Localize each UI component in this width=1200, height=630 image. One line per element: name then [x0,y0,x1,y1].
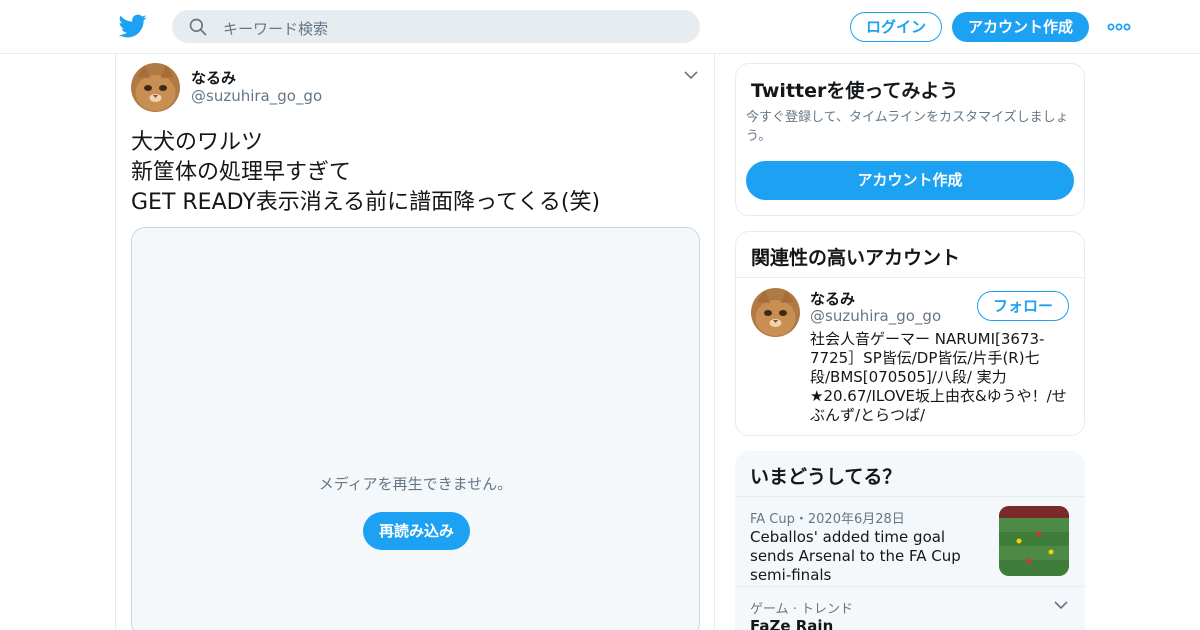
divider [736,277,1084,278]
tweet-text-line: GET READY表示消える前に譜面降ってくる(笑) [131,190,601,215]
bio-line: 社会人音ゲーマー NARUMI[3673- [810,330,1045,348]
media-player[interactable]: メディアを再生できません。 再読み込み [131,227,700,630]
signup-card-button[interactable]: アカウント作成 [746,161,1074,200]
search-input[interactable]: キーワード検索 [223,18,328,39]
related-account-name[interactable]: なるみ [810,288,855,309]
trends-card: いまどうしてる？ FA Cup・2020年6月28日 Ceballos' add… [735,451,1085,630]
login-button[interactable]: ログイン [850,12,942,42]
trend-meta: FA Cup・2020年6月28日 [750,512,905,527]
related-accounts-title: 関連性の高いアカウント [751,247,961,269]
trend-headline[interactable]: FaZe Rain [750,617,990,630]
trend-headline: Ceballos' added time goal sends Arsenal … [750,528,961,584]
tweet-detail: なるみ @suzuhira_go_go 大犬のワルツ 新筐体の処理早すぎて GE… [115,54,715,630]
related-account-bio: 社会人音ゲーマー NARUMI[3673- 7725］SP皆伝/DP皆伝/片手(… [810,330,1072,425]
signup-button[interactable]: アカウント作成 [952,12,1089,42]
avatar[interactable] [751,288,800,337]
signup-card-title: Twitterを使ってみよう [751,80,959,102]
chevron-down-icon[interactable] [1053,599,1069,611]
divider [735,586,1085,587]
reload-button[interactable]: 再読み込み [363,512,470,550]
trend-meta: ゲーム · トレンド [750,602,854,617]
trend-thumbnail[interactable] [999,506,1069,576]
bio-line: ★20.67/ILOVE坂上由衣&ゆうや！/せ [810,387,1067,405]
top-navigation-bar: キーワード検索 ログイン アカウント作成 [0,0,1200,54]
bio-line: 7725］SP皆伝/DP皆伝/片手(R)七 [810,349,1040,367]
trends-title: いまどうしてる？ [750,466,902,488]
more-dots-icon[interactable] [1107,22,1131,32]
search-bar[interactable]: キーワード検索 [172,10,700,43]
tweet-text: 大犬のワルツ 新筐体の処理早すぎて GET READY表示消える前に譜面降ってく… [131,128,600,218]
twitter-bird-icon[interactable] [119,12,147,40]
bio-line: 段/BMS[070505]/八段/ 実力 [810,368,1007,386]
bio-line: ぶんず/とらつば/ [810,406,926,424]
media-error-message: メディアを再生できません。 [318,475,513,493]
search-icon [189,18,207,36]
follow-button[interactable]: フォロー [977,291,1069,321]
tweet-text-line: 新筐体の処理早すぎて [131,160,352,185]
related-accounts-card: 関連性の高いアカウント なるみ @suzuhira_go_go フォロー 社会人… [735,231,1085,436]
related-account-handle[interactable]: @suzuhira_go_go [810,307,941,325]
signup-card: Twitterを使ってみよう 今すぐ登録して、タイムラインをカスタマイズしましょ… [735,63,1085,216]
tweet-author-handle[interactable]: @suzuhira_go_go [191,87,322,105]
tweet-author-name[interactable]: なるみ [191,67,236,88]
chevron-down-icon[interactable] [683,69,699,81]
tweet-text-line: 大犬のワルツ [131,130,264,155]
avatar[interactable] [131,63,180,112]
signup-card-description: 今すぐ登録して、タイムラインをカスタマイズしましょう。 [746,110,1069,144]
